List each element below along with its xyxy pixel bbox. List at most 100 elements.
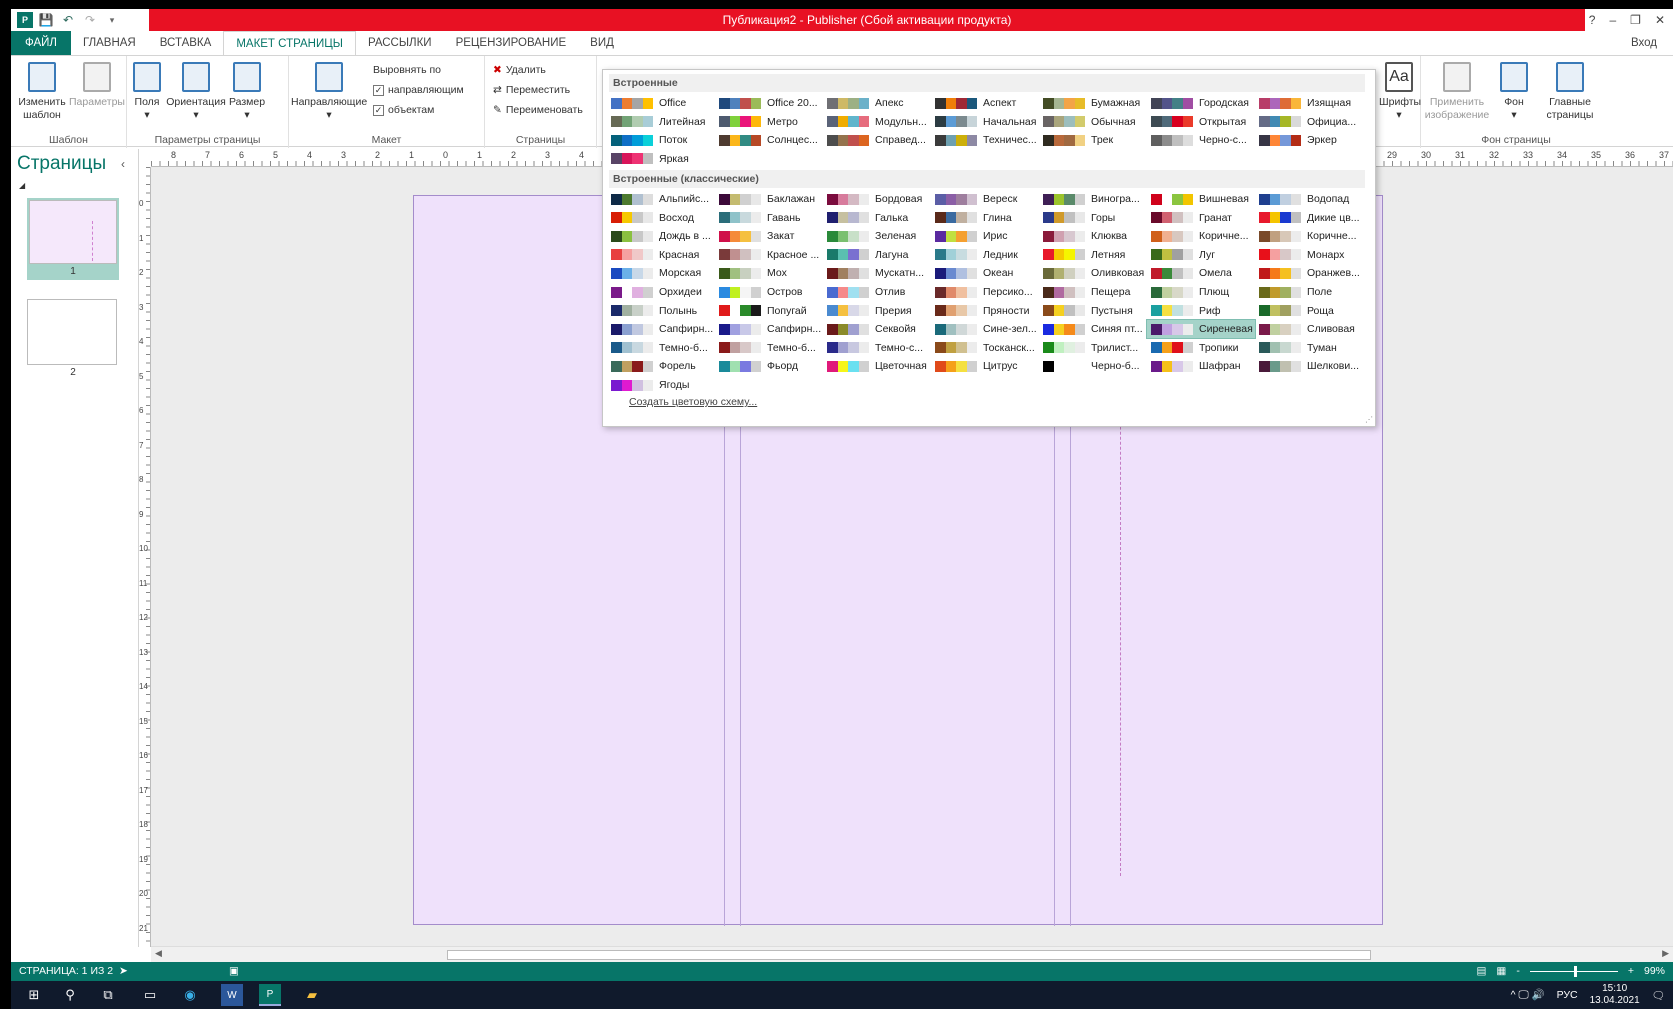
save-icon[interactable]: 💾 [37, 11, 55, 29]
color-scheme-item[interactable]: Омела [1147, 264, 1255, 282]
scroll-thumb[interactable] [447, 950, 1371, 960]
color-scheme-item[interactable]: Начальная [931, 113, 1039, 131]
color-scheme-item[interactable]: Форель [607, 357, 715, 375]
color-scheme-item[interactable]: Метро [715, 113, 823, 131]
collapse-panel-icon[interactable]: ‹ [121, 157, 125, 171]
tray-icons[interactable]: ^ 🖵 🔊 [1511, 988, 1545, 1002]
search-icon[interactable]: ⚲ [59, 984, 81, 1006]
color-scheme-item[interactable]: Трек [1039, 131, 1147, 149]
color-scheme-item[interactable]: Морская [607, 264, 715, 282]
color-scheme-item[interactable]: Тосканск... [931, 339, 1039, 357]
color-scheme-item[interactable]: Поток [607, 131, 715, 149]
color-scheme-item[interactable]: Литейная [607, 113, 715, 131]
color-scheme-item[interactable]: Ирис [931, 227, 1039, 245]
color-scheme-item[interactable]: Апекс [823, 94, 931, 112]
zoom-in-button[interactable]: + [1628, 965, 1634, 977]
color-scheme-item[interactable]: Темно-с... [823, 339, 931, 357]
color-scheme-item[interactable]: Отлив [823, 283, 931, 301]
word-icon[interactable]: W [221, 984, 243, 1006]
color-scheme-item[interactable]: Прерия [823, 302, 931, 320]
windows-start-icon[interactable]: ⊞ [23, 984, 45, 1006]
color-scheme-item[interactable]: Пустыня [1039, 302, 1147, 320]
undo-icon[interactable]: ↶ [59, 11, 77, 29]
color-scheme-item[interactable]: Аспект [931, 94, 1039, 112]
color-scheme-item[interactable]: Полынь [607, 302, 715, 320]
color-scheme-item[interactable]: Попугай [715, 302, 823, 320]
color-scheme-item[interactable]: Темно-б... [715, 339, 823, 357]
color-scheme-item[interactable]: Лагуна [823, 246, 931, 264]
delete-page-button[interactable]: ✖ Удалить [493, 64, 546, 76]
color-scheme-item[interactable]: Обычная [1039, 113, 1147, 131]
color-scheme-item[interactable]: Официа... [1255, 113, 1363, 131]
color-scheme-item[interactable]: Синяя пт... [1039, 320, 1147, 338]
task-view-icon[interactable]: ⧉ [97, 984, 119, 1006]
tab-home[interactable]: ГЛАВНАЯ [71, 31, 148, 55]
rename-page-button[interactable]: ✎ Переименовать [493, 104, 583, 116]
zoom-slider[interactable] [1529, 965, 1618, 977]
size-button[interactable]: Размер ▾ [227, 62, 267, 122]
page-thumbnail-1-selected[interactable]: 1 [27, 198, 119, 280]
color-scheme-item[interactable]: Черно-б... [1039, 357, 1147, 375]
color-scheme-item[interactable]: Фьорд [715, 357, 823, 375]
color-scheme-gallery[interactable]: Встроенные Встроенные (классические) Соз… [602, 69, 1376, 427]
color-scheme-item[interactable]: Глина [931, 209, 1039, 227]
color-scheme-item[interactable]: Солнцес... [715, 131, 823, 149]
notifications-icon[interactable]: 🗨 [1652, 989, 1665, 1002]
guides-button[interactable]: Направляющие ▾ [291, 62, 367, 122]
color-scheme-item[interactable]: Черно-с... [1147, 131, 1255, 149]
color-scheme-item[interactable]: Модульн... [823, 113, 931, 131]
color-scheme-item[interactable]: Гавань [715, 209, 823, 227]
pc-icon[interactable]: ▭ [139, 984, 161, 1006]
expand-triangle-icon[interactable]: ◢ [19, 181, 25, 190]
color-scheme-item[interactable]: Красная [607, 246, 715, 264]
color-scheme-item[interactable]: Летняя [1039, 246, 1147, 264]
color-scheme-item[interactable]: Цветочная [823, 357, 931, 375]
color-scheme-item[interactable]: Поле [1255, 283, 1363, 301]
color-scheme-item[interactable]: Справед... [823, 131, 931, 149]
file-explorer-icon[interactable]: ▰ [301, 984, 323, 1006]
single-page-view-icon[interactable]: ▤ [1477, 965, 1487, 977]
align-objects-checkbox[interactable]: ✓ объектам [373, 104, 434, 116]
color-scheme-item[interactable]: Роща [1255, 302, 1363, 320]
color-scheme-item[interactable]: Риф [1147, 302, 1255, 320]
color-scheme-item[interactable]: Темно-б... [607, 339, 715, 357]
sign-in-link[interactable]: Вход [1631, 31, 1657, 55]
color-scheme-item[interactable]: Остров [715, 283, 823, 301]
color-scheme-item[interactable]: Городская [1147, 94, 1255, 112]
color-scheme-item[interactable]: Office [607, 94, 715, 112]
color-scheme-item[interactable]: Виногра... [1039, 190, 1147, 208]
zoom-level[interactable]: 99% [1644, 965, 1665, 977]
orientation-button[interactable]: Ориентация ▾ [165, 62, 227, 122]
tab-mailings[interactable]: РАССЫЛКИ [356, 31, 444, 55]
color-scheme-item[interactable]: Восход [607, 209, 715, 227]
color-scheme-item[interactable]: Галька [823, 209, 931, 227]
color-scheme-item[interactable]: Пряности [931, 302, 1039, 320]
color-scheme-item[interactable]: Мускатн... [823, 264, 931, 282]
redo-icon[interactable]: ↷ [81, 11, 99, 29]
horizontal-scrollbar[interactable]: ◀ ▶ [151, 946, 1673, 962]
restore-button[interactable]: ❐ [1630, 13, 1641, 27]
color-scheme-item[interactable]: Ледник [931, 246, 1039, 264]
margins-button[interactable]: Поля ▾ [129, 62, 165, 122]
vertical-ruler[interactable]: 0 1 2 3 4 5 6 7 8 9 10 11 12 13 14 15 16 17 18 19 20 21 [139, 167, 151, 947]
change-template-button[interactable]: Изменить шаблон [15, 62, 69, 122]
tab-view[interactable]: ВИД [578, 31, 626, 55]
tab-file[interactable]: ФАЙЛ [11, 31, 71, 55]
color-scheme-item[interactable]: Монарх [1255, 246, 1363, 264]
color-scheme-item[interactable]: Изящная [1255, 94, 1363, 112]
color-scheme-item[interactable]: Пещера [1039, 283, 1147, 301]
color-scheme-item[interactable]: Горы [1039, 209, 1147, 227]
color-scheme-item[interactable]: Открытая [1147, 113, 1255, 131]
page-thumbnail-2[interactable] [27, 299, 117, 365]
color-scheme-item[interactable]: Секвойя [823, 320, 931, 338]
color-scheme-item[interactable]: Вереск [931, 190, 1039, 208]
customize-qat-icon[interactable]: ▾ [103, 11, 121, 29]
resize-grip-icon[interactable]: ⋰ [1365, 415, 1373, 424]
color-scheme-item[interactable]: Техничес... [931, 131, 1039, 149]
color-scheme-item[interactable]: Сапфирн... [715, 320, 823, 338]
zoom-out-button[interactable]: - [1516, 965, 1520, 977]
color-scheme-item[interactable]: Трилист... [1039, 339, 1147, 357]
color-scheme-item[interactable]: Гранат [1147, 209, 1255, 227]
color-scheme-item[interactable]: Яркая [607, 150, 715, 168]
color-scheme-item[interactable]: Клюква [1039, 227, 1147, 245]
